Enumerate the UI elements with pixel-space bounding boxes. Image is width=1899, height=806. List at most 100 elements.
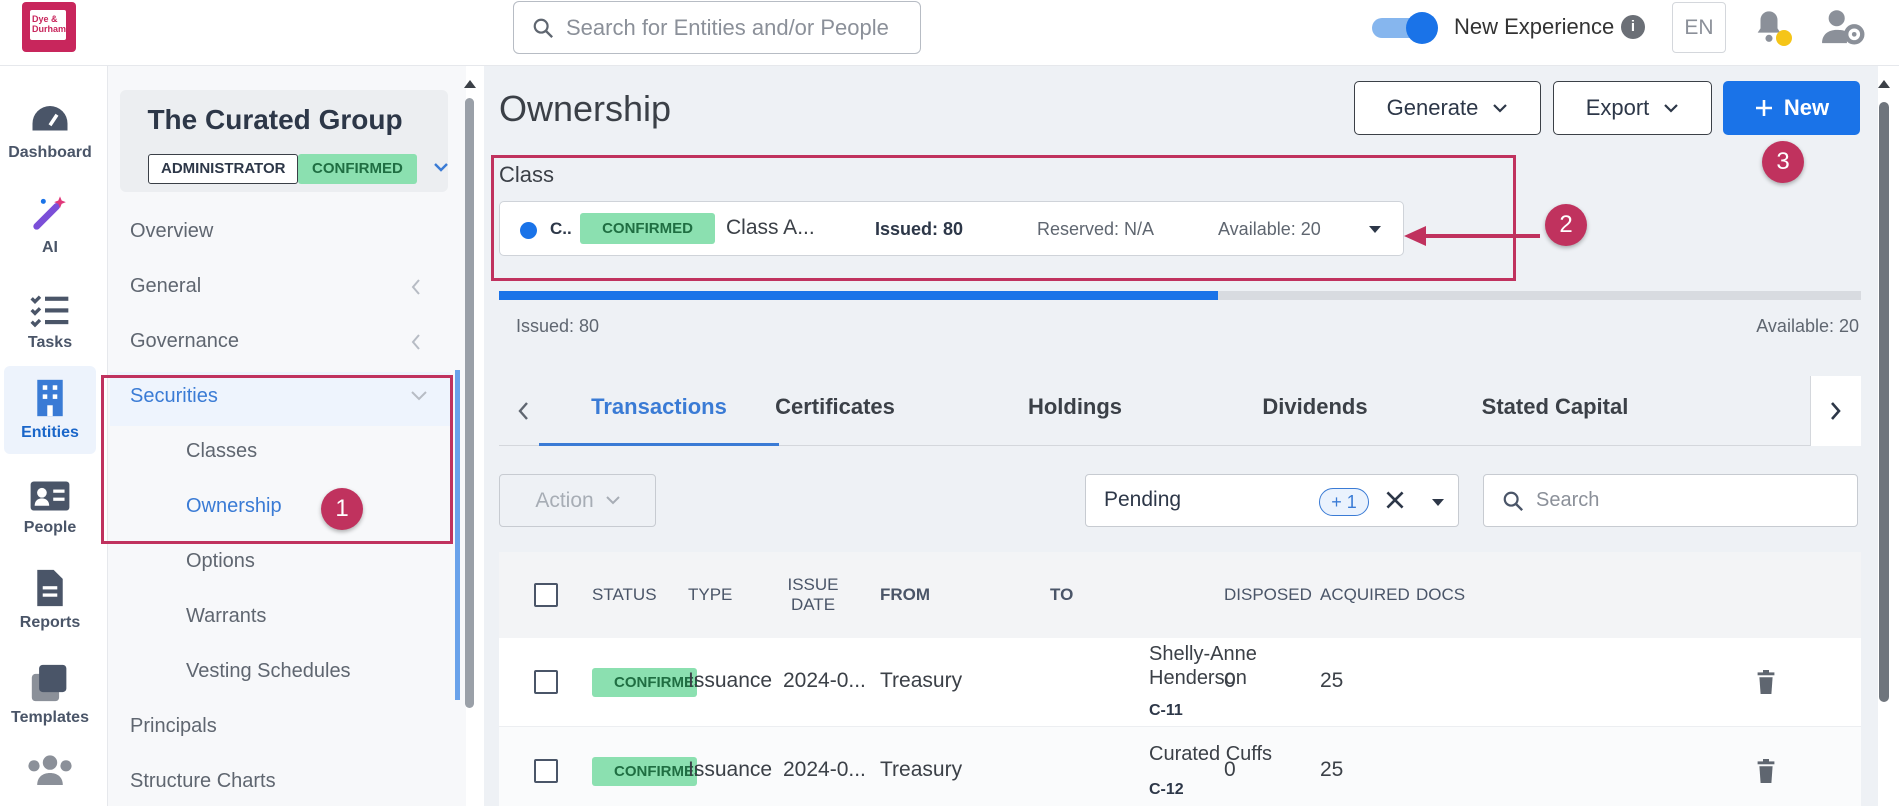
row-type: Issuance: [688, 669, 773, 692]
tab-bar: Transactions Certificates Holdings Divid…: [499, 376, 1861, 446]
rail-item-templates[interactable]: Templates: [4, 651, 96, 739]
table-search-input[interactable]: Search: [1483, 474, 1858, 527]
rail-item-groups[interactable]: [4, 746, 96, 806]
top-bar: Dye & Durham Search for Entities and/or P…: [0, 0, 1899, 66]
new-experience-toggle[interactable]: [1372, 12, 1438, 44]
nav-general[interactable]: General: [130, 275, 201, 298]
trash-icon[interactable]: [1756, 670, 1776, 694]
row-to[interactable]: Shelly-Anne Henderson: [1149, 642, 1269, 690]
status-filter-select[interactable]: Pending + 1: [1085, 474, 1459, 527]
nav-structure-charts[interactable]: Structure Charts: [130, 770, 276, 793]
chevron-down-icon: [1493, 104, 1508, 113]
export-button[interactable]: Export: [1553, 81, 1712, 135]
search-icon: [1503, 491, 1524, 511]
chevron-left-icon: [411, 334, 420, 350]
column-docs[interactable]: DOCS: [1416, 552, 1465, 638]
row-disposed: 0: [1224, 758, 1236, 781]
column-status[interactable]: STATUS: [592, 552, 657, 638]
group-icon: [28, 755, 72, 785]
annotation-box-1: [101, 375, 453, 544]
nav-warrants[interactable]: Warrants: [186, 605, 266, 628]
column-disposed[interactable]: DISPOSED: [1224, 552, 1312, 638]
page-title: Ownership: [499, 88, 672, 129]
status-badge: CONFIRMED: [298, 154, 417, 184]
chevron-right-icon: [1831, 402, 1841, 420]
nav-governance[interactable]: Governance: [130, 330, 239, 353]
tab-certificates[interactable]: Certificates: [715, 376, 955, 446]
entity-card[interactable]: The Curated Group ADMINISTRATOR CONFIRME…: [120, 90, 448, 192]
export-label: Export: [1585, 95, 1650, 120]
filter-more-chip[interactable]: + 1: [1319, 488, 1369, 516]
building-icon: [37, 379, 63, 417]
rail-item-dashboard[interactable]: Dashboard: [4, 86, 96, 174]
row-acquired: 25: [1320, 669, 1344, 692]
row-checkbox[interactable]: [534, 759, 558, 783]
row-checkbox[interactable]: [534, 670, 558, 694]
column-to[interactable]: TO: [1050, 552, 1073, 638]
rail-label: People: [23, 519, 77, 536]
column-acquired[interactable]: ACQUIRED: [1320, 552, 1410, 638]
row-from: Treasury: [880, 669, 963, 692]
dashboard-icon: [32, 106, 68, 131]
rail-item-ai[interactable]: AI: [4, 181, 96, 269]
info-icon[interactable]: i: [1621, 15, 1645, 39]
table-row[interactable]: CONFIRMED Issuance 2024-0... Treasury Sh…: [499, 638, 1861, 727]
language-button[interactable]: EN: [1672, 2, 1726, 53]
trash-icon[interactable]: [1756, 759, 1776, 783]
row-from: Treasury: [880, 758, 963, 781]
row-to[interactable]: Curated Cuffs: [1149, 742, 1272, 766]
company-logo[interactable]: Dye & Durham: [22, 2, 76, 52]
main-scroll-up[interactable]: [1878, 80, 1890, 88]
table-header: STATUS TYPE ISSUE DATE FROM TO DISPOSED …: [499, 552, 1861, 638]
filter-value: Pending: [1104, 488, 1182, 511]
rail-item-people[interactable]: People: [4, 461, 96, 549]
entity-name: The Curated Group: [147, 104, 403, 135]
table-row[interactable]: CONFIRMED Issuance 2024-0... Treasury Cu…: [499, 727, 1861, 806]
row-status-badge: CONFIRMED: [592, 757, 697, 786]
column-from[interactable]: FROM: [880, 552, 930, 638]
tab-stated-capital[interactable]: Stated Capital: [1435, 376, 1675, 446]
plus-icon: [1755, 100, 1772, 116]
main-scrollbar[interactable]: [1879, 102, 1889, 702]
nav-active-indicator: [455, 370, 460, 700]
user-settings-icon[interactable]: [1822, 8, 1866, 51]
nav-scroll-up[interactable]: [464, 80, 476, 88]
caret-down-icon[interactable]: [1432, 499, 1444, 506]
new-label: New: [1783, 95, 1830, 120]
rail-item-tasks[interactable]: Tasks: [4, 276, 96, 364]
templates-icon: [31, 664, 67, 702]
ai-wand-icon: [33, 196, 66, 230]
tasks-icon: [30, 295, 69, 328]
column-type[interactable]: TYPE: [688, 552, 732, 638]
nav-overview[interactable]: Overview: [130, 220, 213, 243]
column-issue-date[interactable]: ISSUE DATE: [773, 552, 853, 638]
global-search-input[interactable]: Search for Entities and/or People: [513, 1, 921, 54]
tab-scroll-right[interactable]: [1810, 376, 1861, 446]
rail-label: Dashboard: [8, 144, 92, 161]
new-button[interactable]: New: [1723, 81, 1860, 135]
nav-options[interactable]: Options: [186, 550, 255, 573]
annotation-arrow: [1404, 226, 1540, 246]
table-search-placeholder: Search: [1536, 489, 1600, 511]
close-icon[interactable]: [1382, 487, 1408, 513]
rail-label: Reports: [19, 614, 81, 631]
rail-item-reports[interactable]: Reports: [4, 556, 96, 644]
chevron-down-icon[interactable]: [434, 162, 448, 172]
select-all-checkbox[interactable]: [534, 583, 558, 607]
generate-button[interactable]: Generate: [1354, 81, 1541, 135]
nav-principals[interactable]: Principals: [130, 715, 217, 738]
rail-item-entities[interactable]: Entities: [4, 366, 96, 454]
action-button[interactable]: Action: [499, 474, 656, 527]
id-card-icon: [30, 481, 70, 511]
chevron-down-icon: [1664, 104, 1679, 113]
role-badge: ADMINISTRATOR: [148, 154, 299, 184]
nav-scrollbar[interactable]: [465, 98, 474, 708]
notification-dot: [1776, 30, 1792, 46]
tab-dividends[interactable]: Dividends: [1195, 376, 1435, 446]
row-status-badge: CONFIRMED: [592, 668, 697, 697]
rail-label: Entities: [21, 424, 79, 441]
report-icon: [37, 569, 63, 607]
row-issue-date: 2024-0...: [783, 758, 866, 781]
tab-holdings[interactable]: Holdings: [955, 376, 1195, 446]
nav-vesting-schedules[interactable]: Vesting Schedules: [186, 660, 351, 683]
